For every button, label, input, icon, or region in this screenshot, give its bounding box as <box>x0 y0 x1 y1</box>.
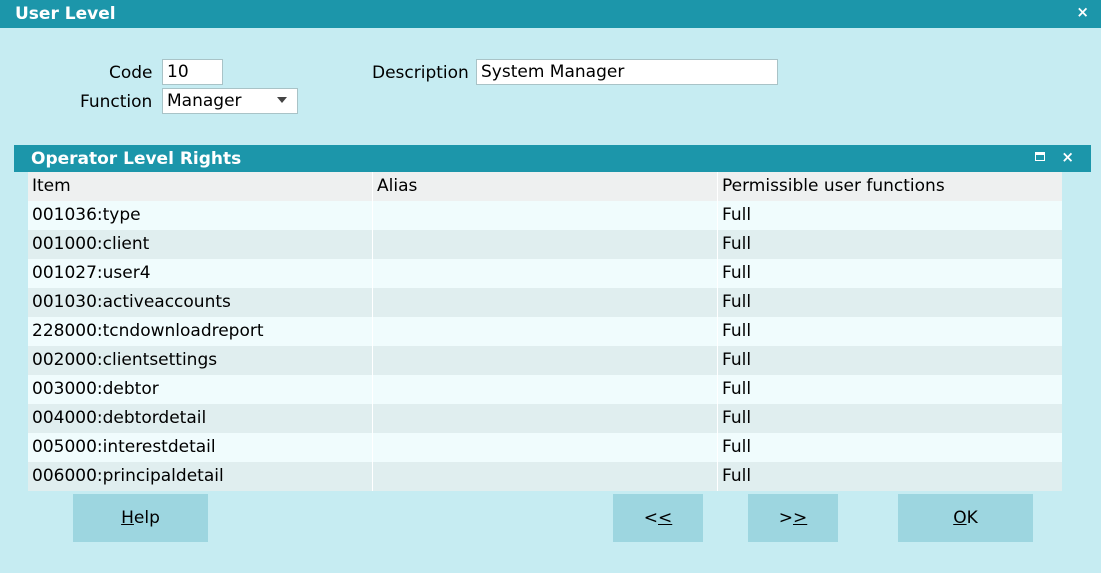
panel-close-icon[interactable]: × <box>1061 148 1074 166</box>
item-cell: 006000:principaldetail <box>32 466 224 486</box>
ok-button[interactable]: OK <box>898 494 1033 542</box>
function-select-value: Manager <box>167 91 242 111</box>
alias-cell[interactable] <box>372 404 717 433</box>
alias-cell[interactable] <box>372 288 717 317</box>
table-row[interactable]: 001036:type Full <box>28 201 1062 230</box>
description-label: Description <box>372 63 469 83</box>
item-cell: 001030:activeaccounts <box>32 292 231 312</box>
functions-cell[interactable]: Full <box>717 317 1062 346</box>
functions-cell[interactable]: Full <box>717 259 1062 288</box>
item-cell: 001000:client <box>32 234 150 254</box>
ok-accelerator: O <box>953 508 967 528</box>
item-cell: 228000:tcndownloadreport <box>32 321 264 341</box>
help-button[interactable]: Help <box>73 494 208 542</box>
code-field[interactable]: 10 <box>162 59 223 85</box>
alias-cell[interactable] <box>372 375 717 404</box>
help-accelerator: H <box>121 508 134 528</box>
table-row[interactable]: 002000:clientsettings Full <box>28 346 1062 375</box>
description-field[interactable]: System Manager <box>476 59 778 85</box>
panel-title: Operator Level Rights <box>31 149 242 169</box>
column-header-permissible-functions[interactable]: Permissible user functions <box>717 172 1062 201</box>
help-button-label: elp <box>133 508 160 528</box>
code-label: Code <box>109 63 153 83</box>
functions-cell[interactable]: Full <box>717 201 1062 230</box>
table-row[interactable]: 001030:activeaccounts Full <box>28 288 1062 317</box>
table-row[interactable]: 004000:debtordetail Full <box>28 404 1062 433</box>
alias-cell[interactable] <box>372 259 717 288</box>
rights-table: Item Alias Permissible user functions 00… <box>28 172 1062 491</box>
functions-cell[interactable]: Full <box>717 288 1062 317</box>
item-cell: 005000:interestdetail <box>32 437 216 457</box>
functions-cell[interactable]: Full <box>717 404 1062 433</box>
next-button[interactable]: >> <box>748 494 838 542</box>
function-label: Function <box>80 92 153 112</box>
item-cell: 001036:type <box>32 205 141 225</box>
functions-cell[interactable]: Full <box>717 230 1062 259</box>
previous-button[interactable]: << <box>613 494 703 542</box>
table-row[interactable]: 006000:principaldetail Full <box>28 462 1062 491</box>
functions-cell[interactable]: Full <box>717 433 1062 462</box>
next-button-label: > <box>778 508 793 528</box>
functions-cell[interactable]: Full <box>717 346 1062 375</box>
window-title: User Level <box>15 4 116 24</box>
chevron-down-icon[interactable] <box>277 97 287 103</box>
ok-button-label: K <box>966 508 978 528</box>
panel-titlebar: Operator Level Rights × <box>14 145 1091 172</box>
previous-button-label: < <box>643 508 658 528</box>
window-titlebar: User Level × <box>0 0 1101 28</box>
next-accelerator: > <box>793 508 808 528</box>
alias-cell[interactable] <box>372 346 717 375</box>
column-header-alias[interactable]: Alias <box>372 172 717 201</box>
table-row[interactable]: 003000:debtor Full <box>28 375 1062 404</box>
table-row[interactable]: 001027:user4 Full <box>28 259 1062 288</box>
functions-cell[interactable]: Full <box>717 375 1062 404</box>
close-icon[interactable]: × <box>1076 3 1089 21</box>
alias-cell[interactable] <box>372 317 717 346</box>
item-cell: 004000:debtordetail <box>32 408 207 428</box>
item-cell: 001027:user4 <box>32 263 151 283</box>
previous-accelerator: < <box>658 508 673 528</box>
maximize-icon[interactable] <box>1035 152 1045 161</box>
alias-cell[interactable] <box>372 462 717 491</box>
functions-cell[interactable]: Full <box>717 462 1062 491</box>
column-header-item[interactable]: Item <box>28 172 372 201</box>
table-row[interactable]: 228000:tcndownloadreport Full <box>28 317 1062 346</box>
item-cell: 003000:debtor <box>32 379 159 399</box>
table-header: Item Alias Permissible user functions <box>28 172 1062 201</box>
table-row[interactable]: 001000:client Full <box>28 230 1062 259</box>
function-select[interactable]: Manager <box>162 88 298 114</box>
table-row[interactable]: 005000:interestdetail Full <box>28 433 1062 462</box>
item-cell: 002000:clientsettings <box>32 350 218 370</box>
alias-cell[interactable] <box>372 433 717 462</box>
alias-cell[interactable] <box>372 230 717 259</box>
alias-cell[interactable] <box>372 201 717 230</box>
